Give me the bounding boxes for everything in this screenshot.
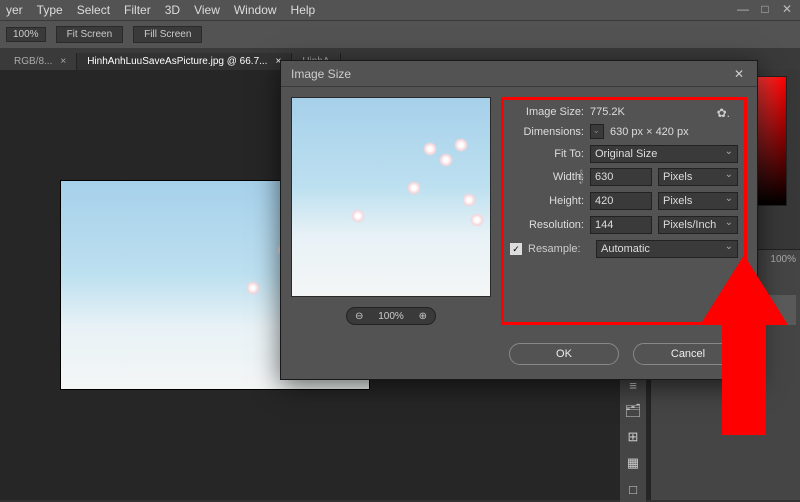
menu-type[interactable]: Type [37, 3, 63, 17]
fit-screen-button[interactable]: Fit Screen [56, 26, 124, 43]
zoom-in-icon[interactable]: ⊕ [419, 311, 427, 322]
image-size-value: 775.2K [590, 106, 625, 118]
menu-3d[interactable]: 3D [165, 3, 180, 17]
dimensions-unit-dropdown[interactable] [590, 124, 604, 139]
resample-select[interactable]: Automatic [596, 240, 738, 258]
tab-label: RGB/8... [14, 56, 52, 67]
menu-filter[interactable]: Filter [124, 3, 151, 17]
swatches-icon[interactable]: ▦ [620, 450, 646, 476]
width-unit-select[interactable]: Pixels [658, 168, 738, 186]
window-minimize-icon[interactable]: — [736, 2, 750, 16]
resample-checkbox[interactable]: ✓ [510, 243, 522, 255]
libraries-icon[interactable]: 🗂 [620, 398, 646, 424]
image-size-preview[interactable] [291, 97, 491, 297]
dialog-title: Image Size [291, 67, 351, 81]
height-input[interactable] [590, 192, 652, 210]
gear-icon[interactable]: ✿. [717, 106, 730, 120]
menu-view[interactable]: View [194, 3, 220, 17]
window-close-icon[interactable]: ✕ [780, 2, 794, 16]
fill-screen-button[interactable]: Fill Screen [133, 26, 202, 43]
window-maximize-icon[interactable]: □ [758, 2, 772, 16]
preview-zoom-value: 100% [378, 311, 404, 322]
fit-to-select[interactable]: Original Size [590, 145, 738, 163]
tab-label: HinhAnhLuuSaveAsPicture.jpg @ 66.7... [87, 56, 267, 67]
resolution-input[interactable] [590, 216, 652, 234]
image-size-dialog: Image Size ✕ ⊖ 100% ⊕ ✿. [280, 60, 758, 380]
image-size-fields-highlight: ✿. Image Size: 775.2K Dimensions: 630 px… [501, 97, 747, 325]
resample-label: Resample: [528, 243, 590, 255]
menu-select[interactable]: Select [77, 3, 110, 17]
resolution-label: Resolution: [510, 219, 584, 231]
width-input[interactable] [590, 168, 652, 186]
dimensions-value: 630 px × 420 px [610, 126, 689, 138]
properties-icon[interactable]: □ [620, 476, 646, 502]
document-tab[interactable]: HinhAnhLuuSaveAsPicture.jpg @ 66.7... × [77, 53, 292, 70]
resolution-unit-select[interactable]: Pixels/Inch [658, 216, 738, 234]
menu-layer[interactable]: yer [6, 3, 23, 17]
preview-zoom-control[interactable]: ⊖ 100% ⊕ [346, 307, 436, 325]
options-bar: 100% Fit Screen Fill Screen [0, 20, 800, 48]
dialog-close-icon[interactable]: ✕ [731, 66, 747, 82]
fit-to-label: Fit To: [510, 148, 584, 160]
zoom-level-input[interactable]: 100% [6, 27, 46, 42]
document-tab[interactable]: RGB/8... × [4, 53, 77, 70]
adjustments-icon[interactable]: ⊞ [620, 424, 646, 450]
app-menubar: yer Type Select Filter 3D View Window He… [0, 0, 800, 20]
cancel-button[interactable]: Cancel [633, 343, 743, 365]
image-size-label: Image Size: [510, 106, 584, 118]
height-label: Height: [510, 195, 584, 207]
height-unit-select[interactable]: Pixels [658, 192, 738, 210]
dimensions-label: Dimensions: [510, 126, 584, 138]
width-label: Width: [510, 171, 584, 183]
menu-window[interactable]: Window [234, 3, 277, 17]
menu-help[interactable]: Help [291, 3, 316, 17]
ok-button[interactable]: OK [509, 343, 619, 365]
zoom-out-icon[interactable]: ⊖ [355, 311, 363, 322]
tab-close-icon[interactable]: × [60, 56, 66, 67]
